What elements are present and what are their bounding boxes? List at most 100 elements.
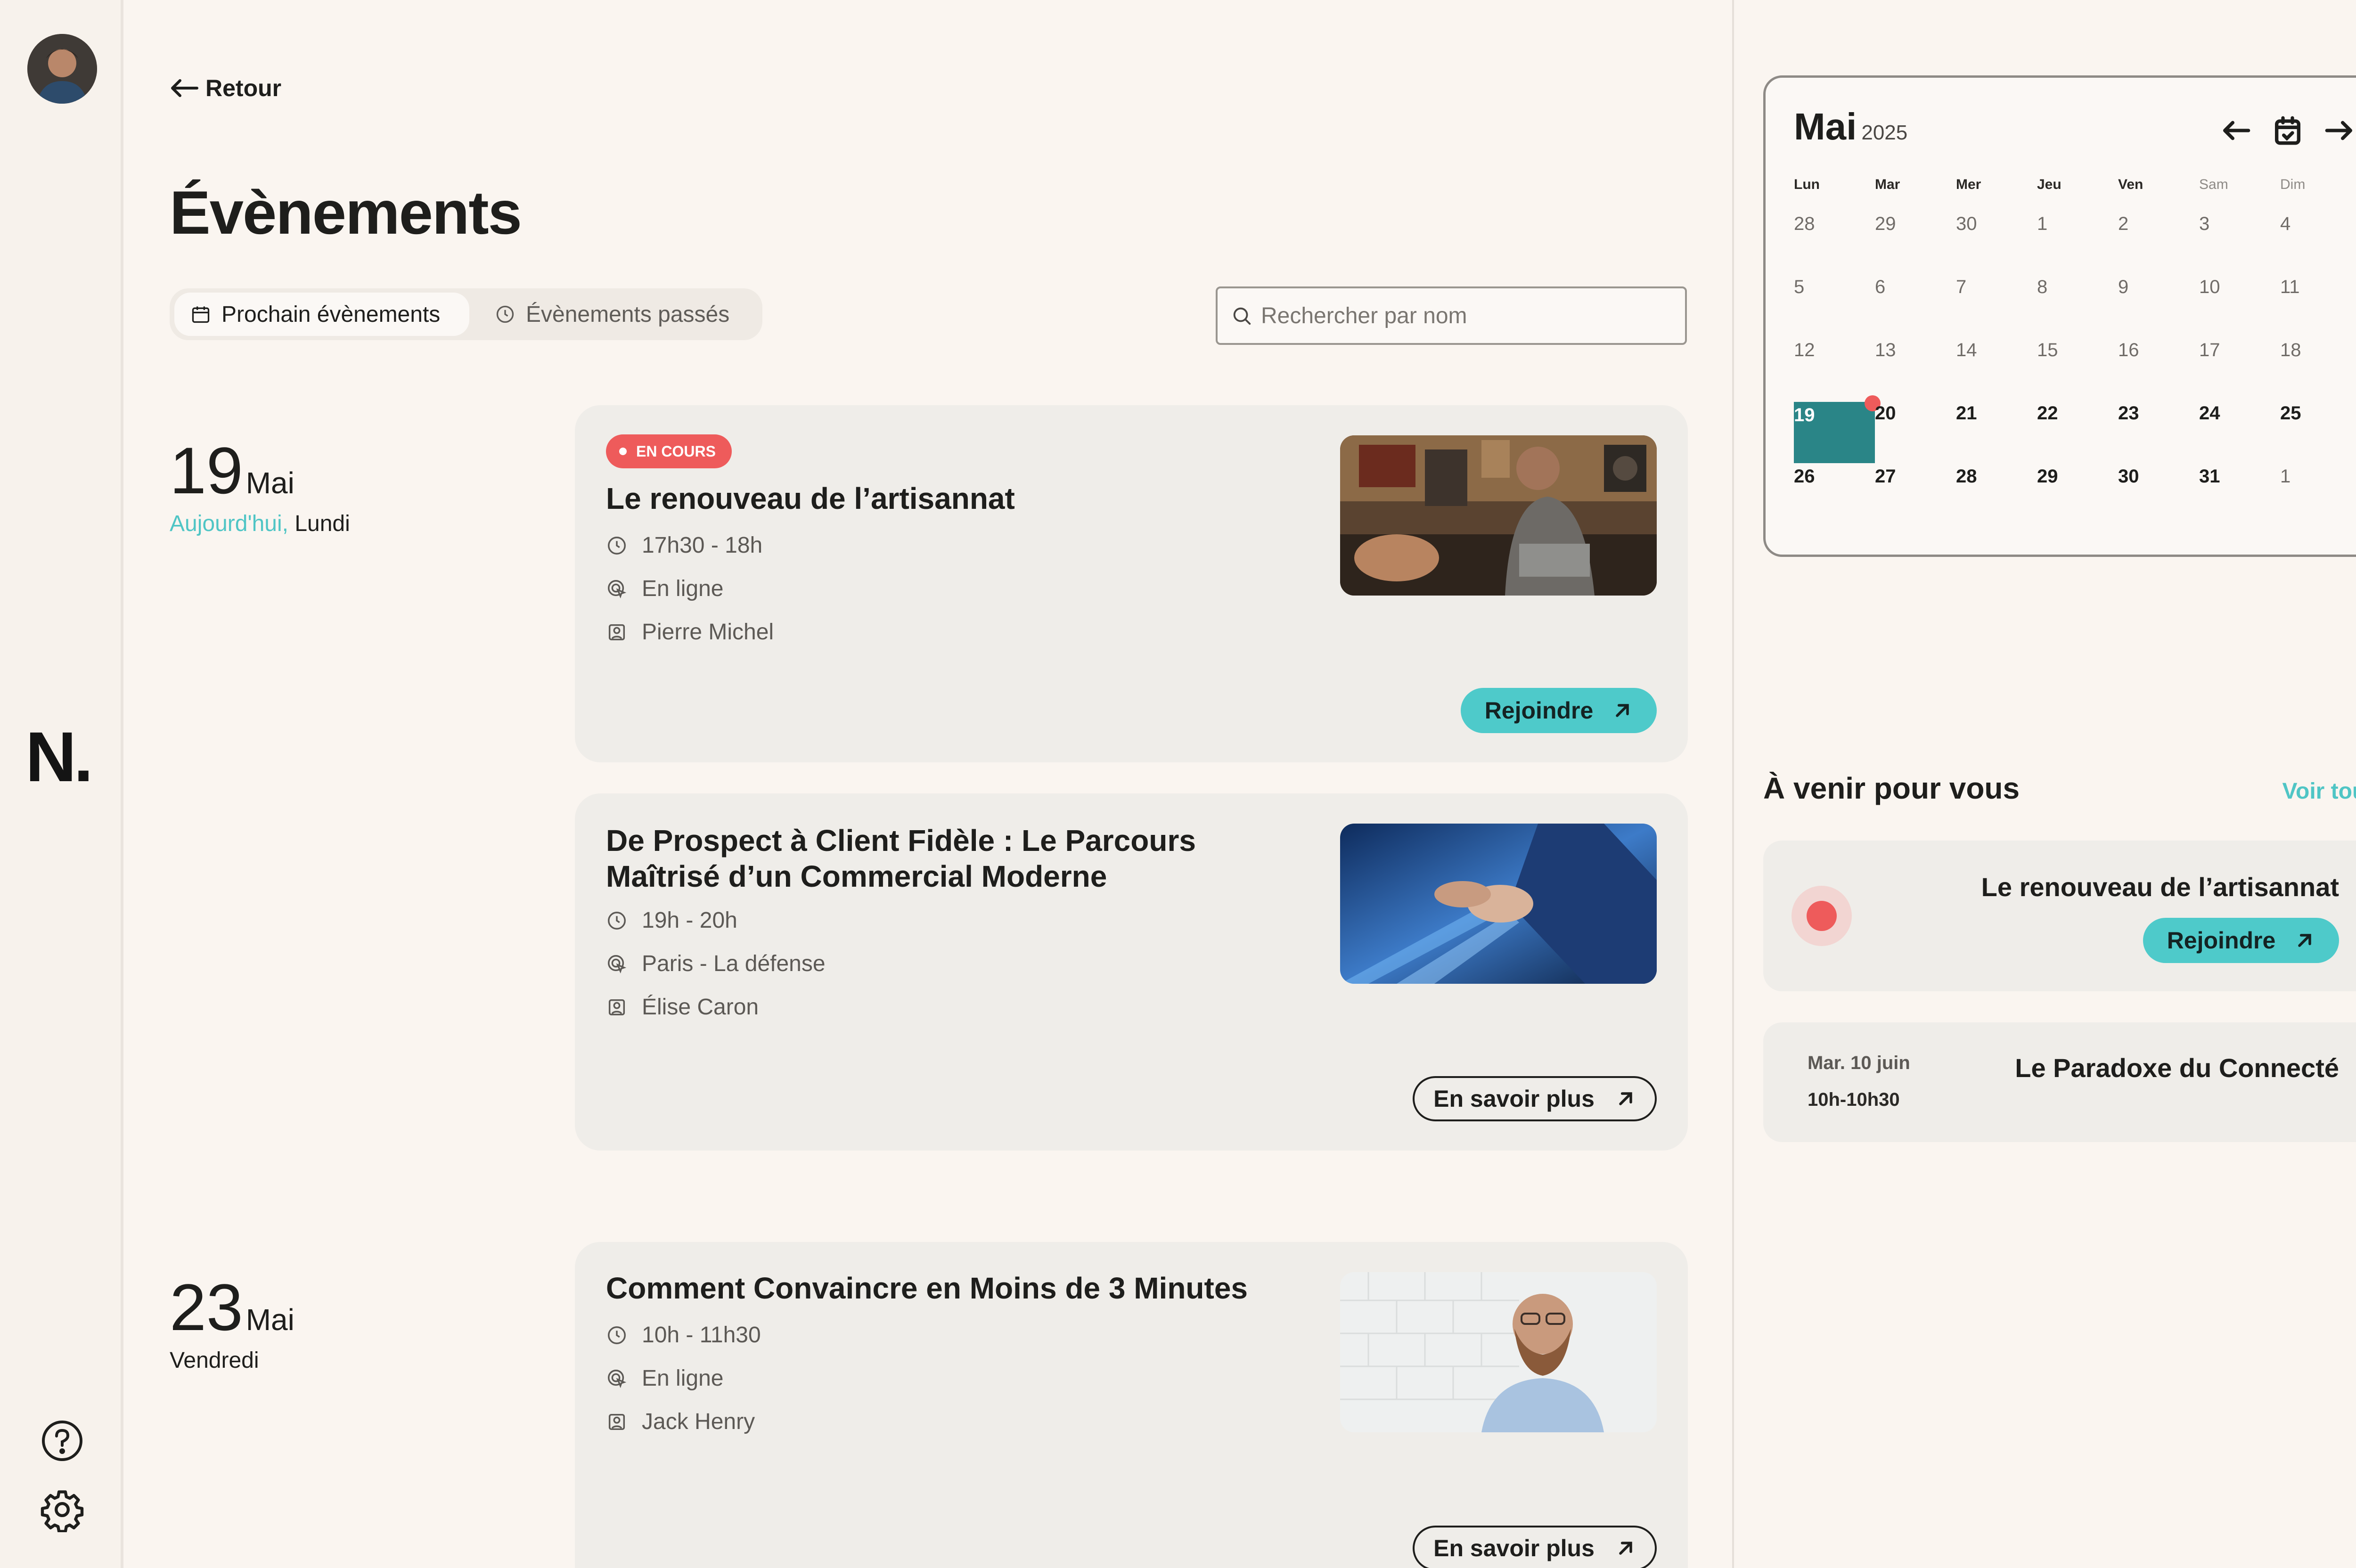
- tab-past[interactable]: Évènements passés: [479, 293, 745, 336]
- calendar-day[interactable]: 24: [2199, 403, 2237, 441]
- calendar-day[interactable]: 30: [1956, 213, 1994, 251]
- calendar-day[interactable]: 28: [1956, 466, 1994, 504]
- tab-upcoming-label: Prochain évènements: [221, 302, 441, 327]
- event-host: Jack Henry: [606, 1409, 755, 1435]
- event-card[interactable]: De Prospect à Client Fidèle : Le Parcour…: [575, 793, 1688, 1151]
- join-button-label: Rejoindre: [2167, 927, 2276, 954]
- weekday-header: Ven: [2118, 177, 2143, 192]
- arrow-up-right-icon: [1619, 1542, 1632, 1555]
- live-badge-label: EN COURS: [636, 442, 716, 460]
- upcoming-time: 10h-10h30: [1808, 1089, 1900, 1110]
- weekday-header: Mer: [1956, 177, 1981, 192]
- date-day: 19: [170, 433, 243, 507]
- calendar-day[interactable]: 11: [2280, 277, 2318, 314]
- calendar-month: Mai: [1794, 106, 1857, 147]
- calendar-day[interactable]: 3: [2199, 213, 2237, 251]
- calendar-day[interactable]: 18: [2280, 340, 2318, 377]
- back-label: Retour: [205, 75, 282, 101]
- join-button[interactable]: Rejoindre: [2143, 918, 2339, 963]
- event-host-value: Élise Caron: [642, 995, 759, 1020]
- weekday-header: Mar: [1875, 177, 1900, 192]
- calendar-day[interactable]: 6: [1875, 277, 1913, 314]
- calendar-day[interactable]: 26: [1794, 466, 1832, 504]
- calendar-day[interactable]: 28: [1794, 213, 1832, 251]
- calendar-day[interactable]: 16: [2118, 340, 2156, 377]
- calendar-next-button[interactable]: [2321, 112, 2356, 149]
- calendar-day[interactable]: 1: [2280, 466, 2318, 504]
- calendar-day[interactable]: 9: [2118, 277, 2156, 314]
- calendar-day[interactable]: 2: [2118, 213, 2156, 251]
- calendar-day[interactable]: 25: [2280, 403, 2318, 441]
- calendar-day[interactable]: 21: [1956, 403, 1994, 441]
- settings-gear-icon[interactable]: [40, 1487, 85, 1533]
- arrow-left-icon: [171, 79, 198, 97]
- upcoming-card[interactable]: Mar. 10 juin 10h-10h30 Le Paradoxe du Co…: [1763, 1022, 2356, 1142]
- tab-upcoming[interactable]: Prochain évènements: [174, 293, 469, 336]
- avatar[interactable]: [27, 34, 97, 104]
- calendar-prev-button[interactable]: [2217, 112, 2255, 149]
- event-time-value: 19h - 20h: [642, 908, 737, 933]
- arrow-up-right-icon: [1619, 1092, 1632, 1105]
- event-location-value: En ligne: [642, 576, 724, 601]
- calendar-day-selected[interactable]: 19: [1794, 402, 1875, 463]
- event-time-value: 17h30 - 18h: [642, 533, 763, 558]
- search-input[interactable]: [1261, 302, 1666, 329]
- calendar-day[interactable]: 5: [1794, 277, 1832, 314]
- calendar-year: 2025: [1861, 121, 1908, 144]
- page-title: Évènements: [170, 178, 522, 247]
- location-cursor-icon: [608, 955, 627, 973]
- upcoming-date: Mar. 10 juin: [1808, 1053, 1910, 1073]
- calendar-day[interactable]: 17: [2199, 340, 2237, 377]
- calendar-day[interactable]: 27: [1875, 466, 1913, 504]
- calendar-day[interactable]: 12: [1794, 340, 1832, 377]
- clock-icon: [608, 536, 626, 555]
- calendar-day[interactable]: 7: [1956, 277, 1994, 314]
- date-group-23: 23Mai Vendredi: [170, 1269, 294, 1373]
- back-button[interactable]: Retour: [170, 74, 281, 102]
- event-card[interactable]: Comment Convaincre en Moins de 3 Minutes…: [575, 1242, 1688, 1568]
- calendar-day[interactable]: 8: [2037, 277, 2075, 314]
- calendar-day[interactable]: 15: [2037, 340, 2075, 377]
- mini-calendar: Mai 2025 Lun Mar Mer Jeu Ven Sam Dim 28 2…: [1763, 75, 2356, 557]
- calendar-day[interactable]: 13: [1875, 340, 1913, 377]
- main-content: Retour Évènements Prochain évènements Év…: [123, 0, 1732, 1568]
- learn-more-button[interactable]: En savoir plus: [1413, 1526, 1657, 1568]
- event-host-value: Jack Henry: [642, 1409, 755, 1434]
- location-cursor-icon: [608, 580, 627, 598]
- calendar-day[interactable]: 10: [2199, 277, 2237, 314]
- calendar-check-icon: [2275, 116, 2300, 145]
- user-badge-icon: [608, 999, 625, 1015]
- learn-more-button[interactable]: En savoir plus: [1413, 1076, 1657, 1121]
- user-badge-icon: [608, 1413, 625, 1430]
- calendar-day[interactable]: 23: [2118, 403, 2156, 441]
- weekday-header: Sam: [2199, 177, 2228, 192]
- calendar-day[interactable]: 22: [2037, 403, 2075, 441]
- upcoming-card[interactable]: Le renouveau de l’artisannat Rejoindre: [1763, 841, 2356, 991]
- upcoming-title: Le renouveau de l’artisannat: [1981, 872, 2339, 902]
- help-icon[interactable]: [40, 1418, 85, 1463]
- event-title: Comment Convaincre en Moins de 3 Minutes: [606, 1271, 1248, 1305]
- arrow-up-right-icon: [2298, 934, 2312, 947]
- event-time-value: 10h - 11h30: [642, 1323, 761, 1348]
- calendar-day[interactable]: 29: [2037, 466, 2075, 504]
- calendar-day[interactable]: 4: [2280, 213, 2318, 251]
- join-button[interactable]: Rejoindre: [1461, 688, 1657, 733]
- today-label: Aujourd'hui,: [170, 511, 288, 536]
- event-location: En ligne: [606, 1365, 723, 1391]
- see-all-link[interactable]: Voir tous: [2282, 778, 2356, 804]
- event-card[interactable]: EN COURS Le renouveau de l’artisannat 17…: [575, 405, 1688, 762]
- calendar-day[interactable]: 30: [2118, 466, 2156, 504]
- event-title: De Prospect à Client Fidèle : Le Parcour…: [606, 824, 1196, 893]
- calendar-day[interactable]: 1: [2037, 213, 2075, 251]
- calendar-day[interactable]: 20: [1875, 403, 1913, 441]
- calendar-day[interactable]: 29: [1875, 213, 1913, 251]
- arrow-up-right-icon: [1616, 704, 1629, 717]
- search-field[interactable]: [1216, 286, 1687, 345]
- event-time: 19h - 20h: [606, 907, 737, 933]
- calendar-day[interactable]: 14: [1956, 340, 1994, 377]
- calendar-title: Mai 2025: [1794, 105, 1907, 148]
- calendar-day[interactable]: 31: [2199, 466, 2237, 504]
- calendar-today-button[interactable]: [2269, 112, 2307, 149]
- date-month: Mai: [245, 1303, 294, 1337]
- arrow-left-icon: [2223, 121, 2250, 140]
